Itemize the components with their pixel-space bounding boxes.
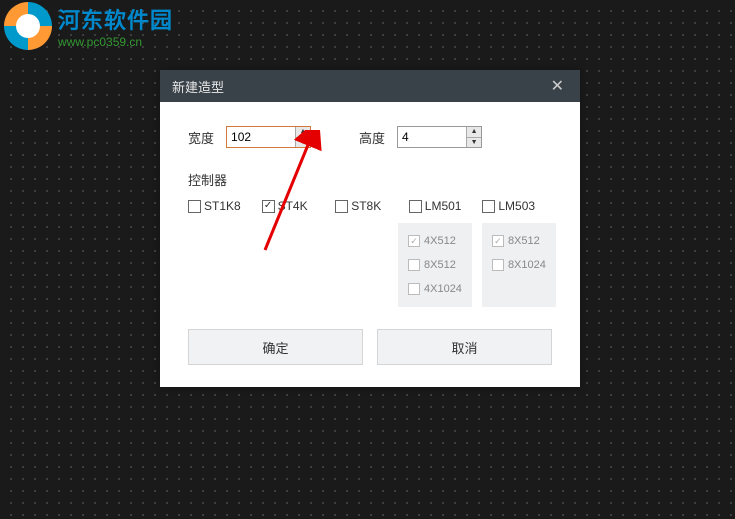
watermark-logo: 河东软件园 www.pc0359.cn [4,2,173,50]
dialog-header[interactable]: 新建造型 ✕ [160,70,580,102]
width-spinner[interactable]: ▲ ▼ [226,126,311,148]
checkbox-icon[interactable] [188,200,201,213]
option-4x512[interactable]: 4X512 [408,235,462,247]
checkbox-icon[interactable] [409,200,422,213]
checkbox-icon[interactable] [408,283,420,295]
lm503-panel: 8X512 8X1024 [482,223,556,307]
ok-button[interactable]: 确定 [188,329,363,365]
height-up-icon[interactable]: ▲ [467,127,481,138]
height-spinner[interactable]: ▲ ▼ [397,126,482,148]
checkbox-icon[interactable] [335,200,348,213]
logo-url: www.pc0359.cn [58,35,173,49]
checkbox-icon[interactable] [482,200,495,213]
width-down-icon[interactable]: ▼ [296,138,310,148]
checkbox-icon[interactable] [408,235,420,247]
logo-icon [4,2,52,50]
dialog-body: 宽度 ▲ ▼ 高度 ▲ ▼ 控制器 [160,102,580,387]
dialog-title: 新建造型 [172,77,224,96]
option-4x1024[interactable]: 4X1024 [408,283,462,295]
height-label: 高度 [359,128,385,147]
checkbox-icon[interactable] [492,259,504,271]
close-icon[interactable]: ✕ [545,74,570,98]
checkbox-icon[interactable] [408,259,420,271]
checkbox-icon[interactable] [262,200,275,213]
width-input[interactable] [227,127,295,147]
controller-lm503[interactable]: LM503 [482,199,552,213]
new-shape-dialog: 新建造型 ✕ 宽度 ▲ ▼ 高度 ▲ ▼ 控制器 [160,70,580,387]
height-down-icon[interactable]: ▼ [467,138,481,148]
cancel-button[interactable]: 取消 [377,329,552,365]
controller-st4k[interactable]: ST4K [262,199,332,213]
height-input[interactable] [398,127,466,147]
width-label: 宽度 [188,128,214,147]
sub-options-panels: 4X512 8X512 4X1024 8X512 8X102 [398,223,552,307]
controller-st8k[interactable]: ST8K [335,199,405,213]
controller-lm501[interactable]: LM501 [409,199,479,213]
controller-options: ST1K8 ST4K ST8K LM501 LM503 [188,199,552,213]
checkbox-icon[interactable] [492,235,504,247]
lm501-panel: 4X512 8X512 4X1024 [398,223,472,307]
controller-label: 控制器 [188,170,552,189]
option-8x1024[interactable]: 8X1024 [492,259,546,271]
controller-st1k8[interactable]: ST1K8 [188,199,258,213]
logo-title: 河东软件园 [58,3,173,35]
option-8x512[interactable]: 8X512 [408,259,462,271]
width-up-icon[interactable]: ▲ [296,127,310,138]
option-8x512-b[interactable]: 8X512 [492,235,546,247]
